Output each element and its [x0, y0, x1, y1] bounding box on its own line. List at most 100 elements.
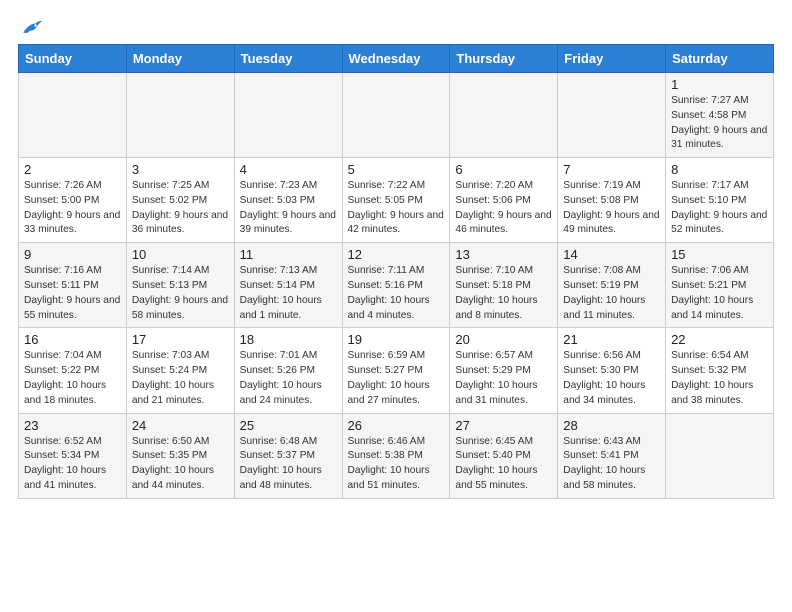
day-info: Sunrise: 7:16 AMSunset: 5:11 PMDaylight:… [24, 264, 121, 323]
day-info: Sunrise: 7:10 AMSunset: 5:18 PMDaylight:… [455, 264, 552, 323]
calendar-cell: 2 Sunrise: 7:26 AMSunset: 5:00 PMDaylight… [19, 158, 127, 243]
calendar-cell [666, 413, 774, 498]
day-number: 14 [563, 247, 660, 262]
calendar-cell: 9 Sunrise: 7:16 AMSunset: 5:11 PMDaylight… [19, 243, 127, 328]
calendar-week-row: 23 Sunrise: 6:52 AMSunset: 5:34 PMDayligh… [19, 413, 774, 498]
calendar-cell: 19 Sunrise: 6:59 AMSunset: 5:27 PMDayligh… [342, 328, 450, 413]
day-info: Sunrise: 7:08 AMSunset: 5:19 PMDaylight:… [563, 264, 660, 323]
day-info: Sunrise: 6:59 AMSunset: 5:27 PMDaylight:… [348, 349, 445, 408]
calendar-week-row: 9 Sunrise: 7:16 AMSunset: 5:11 PMDaylight… [19, 243, 774, 328]
day-number: 15 [671, 247, 768, 262]
calendar-cell: 3Sunrise: 7:25 AMSunset: 5:02 PMDaylight… [126, 158, 234, 243]
calendar-cell [19, 73, 127, 158]
day-info: Sunrise: 7:17 AMSunset: 5:10 PMDaylight:… [671, 179, 768, 238]
day-number: 3 [132, 162, 229, 177]
day-number: 8 [671, 162, 768, 177]
logo [18, 18, 42, 36]
col-header-monday: Monday [126, 45, 234, 73]
day-number: 23 [24, 418, 121, 433]
header [18, 18, 774, 36]
calendar-cell: 26 Sunrise: 6:46 AMSunset: 5:38 PMDayligh… [342, 413, 450, 498]
day-number: 7 [563, 162, 660, 177]
day-number: 18 [240, 332, 337, 347]
col-header-friday: Friday [558, 45, 666, 73]
day-info: Sunrise: 7:22 AMSunset: 5:05 PMDaylight:… [348, 179, 445, 238]
col-header-thursday: Thursday [450, 45, 558, 73]
day-info: Sunrise: 7:01 AMSunset: 5:26 PMDaylight:… [240, 349, 337, 408]
page: SundayMondayTuesdayWednesdayThursdayFrid… [0, 0, 792, 509]
calendar-week-row: 2 Sunrise: 7:26 AMSunset: 5:00 PMDaylight… [19, 158, 774, 243]
logo-bird-icon [20, 18, 42, 36]
calendar-cell: 24 Sunrise: 6:50 AMSunset: 5:35 PMDayligh… [126, 413, 234, 498]
calendar-cell: 1 Sunrise: 7:27 AMSunset: 4:58 PMDaylight… [666, 73, 774, 158]
day-number: 17 [132, 332, 229, 347]
col-header-sunday: Sunday [19, 45, 127, 73]
day-info: Sunrise: 6:46 AMSunset: 5:38 PMDaylight:… [348, 435, 445, 494]
calendar-week-row: 1 Sunrise: 7:27 AMSunset: 4:58 PMDaylight… [19, 73, 774, 158]
calendar-week-row: 16 Sunrise: 7:04 AMSunset: 5:22 PMDayligh… [19, 328, 774, 413]
day-number: 27 [455, 418, 552, 433]
day-info: Sunrise: 7:13 AMSunset: 5:14 PMDaylight:… [240, 264, 337, 323]
day-number: 20 [455, 332, 552, 347]
day-number: 21 [563, 332, 660, 347]
day-info: Sunrise: 7:23 AMSunset: 5:03 PMDaylight:… [240, 179, 337, 238]
day-number: 4 [240, 162, 337, 177]
day-number: 9 [24, 247, 121, 262]
day-number: 10 [132, 247, 229, 262]
calendar-cell: 7 Sunrise: 7:19 AMSunset: 5:08 PMDaylight… [558, 158, 666, 243]
calendar-cell: 16 Sunrise: 7:04 AMSunset: 5:22 PMDayligh… [19, 328, 127, 413]
day-number: 13 [455, 247, 552, 262]
calendar-cell: 22 Sunrise: 6:54 AMSunset: 5:32 PMDayligh… [666, 328, 774, 413]
calendar-cell: 4 Sunrise: 7:23 AMSunset: 5:03 PMDaylight… [234, 158, 342, 243]
calendar-table: SundayMondayTuesdayWednesdayThursdayFrid… [18, 44, 774, 499]
calendar-cell: 27 Sunrise: 6:45 AMSunset: 5:40 PMDayligh… [450, 413, 558, 498]
day-number: 19 [348, 332, 445, 347]
day-number: 25 [240, 418, 337, 433]
day-number: 28 [563, 418, 660, 433]
calendar-cell [342, 73, 450, 158]
day-info: Sunrise: 6:57 AMSunset: 5:29 PMDaylight:… [455, 349, 552, 408]
day-info: Sunrise: 6:50 AMSunset: 5:35 PMDaylight:… [132, 435, 229, 494]
col-header-wednesday: Wednesday [342, 45, 450, 73]
calendar-cell: 5 Sunrise: 7:22 AMSunset: 5:05 PMDaylight… [342, 158, 450, 243]
calendar-cell: 12 Sunrise: 7:11 AMSunset: 5:16 PMDayligh… [342, 243, 450, 328]
day-info: Sunrise: 7:19 AMSunset: 5:08 PMDaylight:… [563, 179, 660, 238]
day-info: Sunrise: 6:54 AMSunset: 5:32 PMDaylight:… [671, 349, 768, 408]
day-number: 2 [24, 162, 121, 177]
day-number: 22 [671, 332, 768, 347]
day-number: 26 [348, 418, 445, 433]
calendar-cell: 17Sunrise: 7:03 AMSunset: 5:24 PMDayligh… [126, 328, 234, 413]
day-number: 1 [671, 77, 768, 92]
day-number: 11 [240, 247, 337, 262]
day-number: 24 [132, 418, 229, 433]
day-info: Sunrise: 6:48 AMSunset: 5:37 PMDaylight:… [240, 435, 337, 494]
calendar-cell: 15Sunrise: 7:06 AMSunset: 5:21 PMDayligh… [666, 243, 774, 328]
day-info: Sunrise: 7:27 AMSunset: 4:58 PMDaylight:… [671, 94, 768, 153]
calendar-cell: 25 Sunrise: 6:48 AMSunset: 5:37 PMDayligh… [234, 413, 342, 498]
calendar-cell [234, 73, 342, 158]
day-info: Sunrise: 7:14 AMSunset: 5:13 PMDaylight:… [132, 264, 229, 323]
day-info: Sunrise: 7:04 AMSunset: 5:22 PMDaylight:… [24, 349, 121, 408]
calendar-cell: 13 Sunrise: 7:10 AMSunset: 5:18 PMDayligh… [450, 243, 558, 328]
day-number: 12 [348, 247, 445, 262]
calendar-cell: 14 Sunrise: 7:08 AMSunset: 5:19 PMDayligh… [558, 243, 666, 328]
day-info: Sunrise: 7:20 AMSunset: 5:06 PMDaylight:… [455, 179, 552, 238]
day-info: Sunrise: 7:26 AMSunset: 5:00 PMDaylight:… [24, 179, 121, 238]
day-info: Sunrise: 6:56 AMSunset: 5:30 PMDaylight:… [563, 349, 660, 408]
day-info: Sunrise: 6:43 AMSunset: 5:41 PMDaylight:… [563, 435, 660, 494]
calendar-cell: 23 Sunrise: 6:52 AMSunset: 5:34 PMDayligh… [19, 413, 127, 498]
calendar-cell [558, 73, 666, 158]
calendar-cell: 18 Sunrise: 7:01 AMSunset: 5:26 PMDayligh… [234, 328, 342, 413]
calendar-cell [450, 73, 558, 158]
day-number: 16 [24, 332, 121, 347]
calendar-cell: 21 Sunrise: 6:56 AMSunset: 5:30 PMDayligh… [558, 328, 666, 413]
day-info: Sunrise: 6:45 AMSunset: 5:40 PMDaylight:… [455, 435, 552, 494]
day-number: 5 [348, 162, 445, 177]
calendar-cell: 10 Sunrise: 7:14 AMSunset: 5:13 PMDayligh… [126, 243, 234, 328]
calendar-cell: 28 Sunrise: 6:43 AMSunset: 5:41 PMDayligh… [558, 413, 666, 498]
calendar-cell: 6Sunrise: 7:20 AMSunset: 5:06 PMDaylight… [450, 158, 558, 243]
calendar-cell [126, 73, 234, 158]
col-header-saturday: Saturday [666, 45, 774, 73]
day-info: Sunrise: 7:11 AMSunset: 5:16 PMDaylight:… [348, 264, 445, 323]
day-info: Sunrise: 6:52 AMSunset: 5:34 PMDaylight:… [24, 435, 121, 494]
